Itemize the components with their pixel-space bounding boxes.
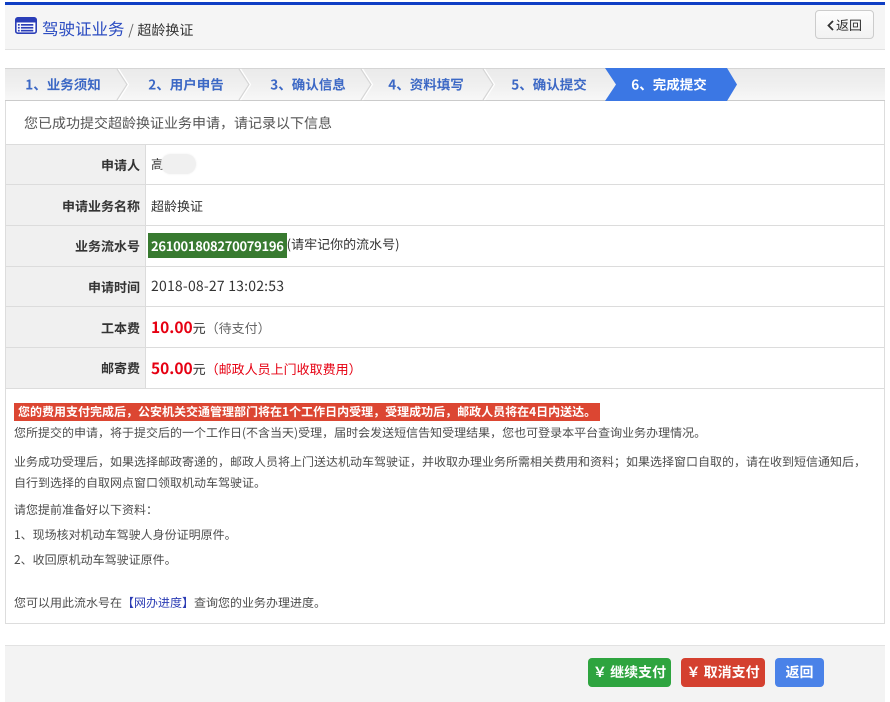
svg-text:5、确认提交: 5、确认提交	[511, 74, 586, 94]
svg-text:2、用户申告: 2、用户申告	[148, 74, 223, 94]
svg-text:1、业务须知: 1、业务须知	[25, 74, 100, 94]
svg-text:6、完成提交: 6、完成提交	[631, 74, 706, 94]
svg-text:4、资料填写: 4、资料填写	[388, 74, 463, 94]
svg-text:3、确认信息: 3、确认信息	[270, 74, 345, 94]
